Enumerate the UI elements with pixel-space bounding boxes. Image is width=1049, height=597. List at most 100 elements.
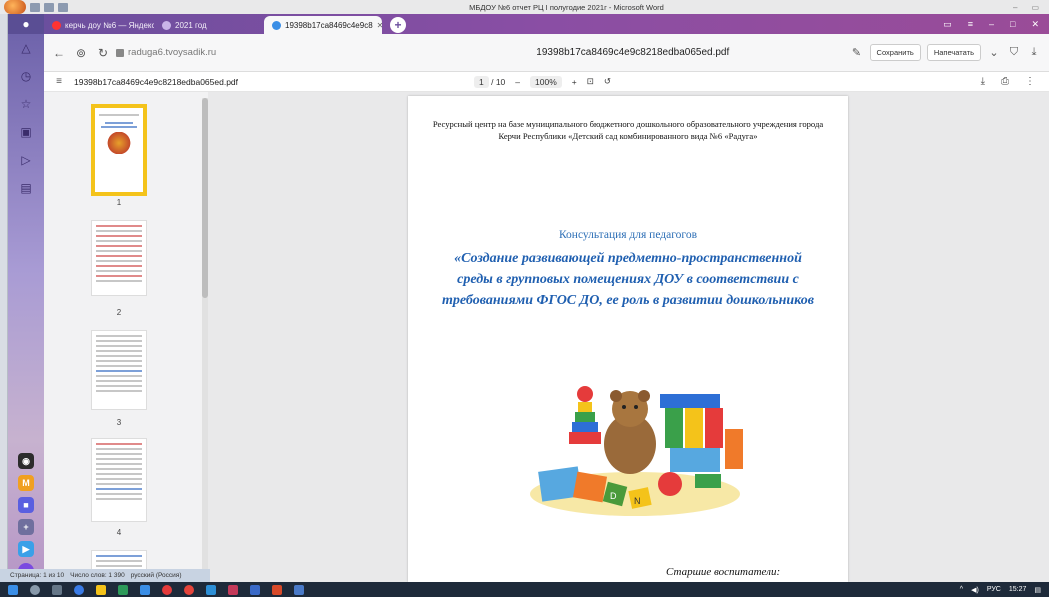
minimize-icon[interactable]: – xyxy=(1013,3,1017,12)
browser-sidebar: ● △ ◷ ☆ ▣ ▷ ▤ ◉ M ■ + ▶ ● xyxy=(8,14,44,582)
pdf-download-icon[interactable]: ⤓ xyxy=(981,76,985,87)
system-tray: ^ ◀) РУС 15:27 ▤ xyxy=(960,586,1049,594)
word-window-title: МБДОУ №6 отчет РЦ I полугодие 2021г - Mi… xyxy=(469,2,664,12)
reload-icon[interactable]: ↻ xyxy=(94,44,112,62)
excel-icon[interactable] xyxy=(118,584,128,595)
collections-icon[interactable]: ▣ xyxy=(8,118,44,146)
bookmark-icon[interactable]: ⛉ xyxy=(1007,46,1021,59)
pdf-toolbar: ≡ 19398b17ca8469c4e9c8218edba065ed.pdf 1… xyxy=(44,72,1049,92)
edge-icon[interactable] xyxy=(206,584,216,595)
undo-icon[interactable] xyxy=(44,2,54,12)
thumbnail-page-3[interactable] xyxy=(91,330,147,410)
page-scrollbar[interactable] xyxy=(1041,92,1049,582)
zoom-in-button[interactable]: + xyxy=(572,77,577,87)
thumbnail-number: 4 xyxy=(116,528,122,537)
thumbnail-scrollbar[interactable] xyxy=(202,98,208,578)
minimize-icon[interactable]: – xyxy=(989,19,994,29)
quick-access-toolbar xyxy=(0,0,120,14)
thumbnail-number: 2 xyxy=(116,308,122,317)
rotate-icon[interactable]: ↺ xyxy=(604,76,611,87)
thumbnail-page-4[interactable] xyxy=(91,438,147,522)
edit-icon[interactable]: ✎ xyxy=(850,46,864,59)
word-icon[interactable] xyxy=(250,584,260,595)
chat-icon[interactable]: ■ xyxy=(18,497,34,513)
notifications-icon[interactable]: △ xyxy=(8,34,44,62)
pdf-page-controls: 1 / 10 – 100% + ⊡ ↺ xyxy=(474,75,611,88)
pdf-favicon-icon xyxy=(272,20,281,30)
thumbnail-page-1[interactable] xyxy=(91,104,147,196)
menu-icon[interactable]: ≡ xyxy=(968,19,973,29)
thumbnail-page-2[interactable] xyxy=(91,220,147,296)
mail-icon[interactable]: M xyxy=(18,475,34,491)
tab-2021[interactable]: 2021 год xyxy=(154,16,264,34)
history-icon[interactable]: ◷ xyxy=(8,62,44,90)
print-button[interactable]: Напечатать xyxy=(926,44,981,61)
video-icon[interactable]: ▶ xyxy=(18,541,34,557)
tab-yandex[interactable]: керчь доу №6 — Яндекс xyxy=(44,16,154,34)
search-icon[interactable] xyxy=(30,584,40,595)
notifications-tray-icon[interactable]: ▤ xyxy=(1034,586,1041,594)
thumbnail-number: 3 xyxy=(116,418,122,427)
back-icon[interactable]: ← xyxy=(50,44,68,62)
messenger-icon[interactable]: ◉ xyxy=(18,453,34,469)
pdf-print-icon[interactable]: ⎙ xyxy=(1001,76,1009,87)
fit-page-icon[interactable]: ⊡ xyxy=(587,76,594,87)
page-indicator[interactable]: 1 / 10 xyxy=(474,75,505,88)
add-app-icon[interactable]: + xyxy=(18,519,34,535)
word-status-bar: Страница: 1 из 10 Число слов: 1 390 русс… xyxy=(0,569,210,582)
profile-icon[interactable]: ● xyxy=(8,14,44,34)
senior-teachers-label: Старшие воспитатели: xyxy=(666,566,781,578)
start-icon[interactable] xyxy=(8,584,18,595)
tabs-icon[interactable]: ▤ xyxy=(8,174,44,202)
thumbnail-toys-image xyxy=(104,132,134,154)
app-icon[interactable] xyxy=(228,584,238,595)
tab-pdf[interactable]: 19398b17ca8469c4e9c8 ✕ xyxy=(264,16,382,34)
opera-icon[interactable] xyxy=(162,584,172,595)
yandex-browser-icon[interactable] xyxy=(184,584,194,595)
language-status[interactable]: русский (Россия) xyxy=(131,572,182,579)
protect-icon[interactable]: ⊚ xyxy=(72,44,90,62)
organization-text: Ресурсный центр на базе муниципального б… xyxy=(432,119,824,141)
media-icon[interactable]: ▷ xyxy=(8,146,44,174)
task-view-icon[interactable] xyxy=(52,584,62,595)
tabs-menu-icon[interactable]: ▭ xyxy=(943,19,952,30)
zoom-level[interactable]: 100% xyxy=(530,75,562,88)
download-icon[interactable]: ⤓ xyxy=(1027,46,1041,59)
close-window-icon[interactable]: ✕ xyxy=(1031,19,1039,30)
screen: МБДОУ №6 отчет РЦ I полугодие 2021г - Mi… xyxy=(0,0,1049,597)
new-tab-button[interactable]: + xyxy=(390,17,406,33)
chevron-down-icon[interactable]: ⌄ xyxy=(987,46,1001,59)
office-button-icon[interactable] xyxy=(4,0,26,14)
volume-icon[interactable]: ◀) xyxy=(971,586,979,594)
word-count-status[interactable]: Число слов: 1 390 xyxy=(70,572,125,579)
tray-chevron-icon[interactable]: ^ xyxy=(960,586,963,593)
windows-taskbar: ^ ◀) РУС 15:27 ▤ xyxy=(0,582,1049,597)
pdf-viewer: 1 2 3 4 Ресурсный центр на базе муниципа… xyxy=(44,92,1049,590)
close-tab-icon[interactable]: ✕ xyxy=(377,21,382,30)
clock[interactable]: 15:27 xyxy=(1009,586,1027,593)
mail-app-icon[interactable] xyxy=(140,584,150,595)
page-count-status[interactable]: Страница: 1 из 10 xyxy=(10,572,64,579)
url-field[interactable]: raduga6.tvoysadik.ru xyxy=(116,47,416,58)
pdf-page: Ресурсный центр на базе муниципального б… xyxy=(408,96,848,582)
language-indicator[interactable]: РУС xyxy=(987,586,1001,593)
bookmarks-icon[interactable]: ☆ xyxy=(8,90,44,118)
maximize-icon[interactable]: □ xyxy=(1010,19,1015,29)
save-button[interactable]: Сохранить xyxy=(869,44,921,61)
address-bar: ← ⊚ ↻ raduga6.tvoysadik.ru 19398b17ca846… xyxy=(44,34,1049,72)
more-icon[interactable]: ⋮ xyxy=(1025,76,1035,87)
pdf-menu-icon[interactable]: ≡ xyxy=(44,76,74,87)
scrollbar-thumb[interactable] xyxy=(202,98,208,298)
app-icon[interactable] xyxy=(294,584,304,595)
app-icon[interactable] xyxy=(74,584,84,595)
tab-strip: керчь доу №6 — Яндекс 2021 год 19398b17c… xyxy=(44,14,1049,34)
word-window-controls: – ▭ xyxy=(1013,3,1049,12)
files-icon[interactable] xyxy=(96,584,106,595)
browser-window-controls: ▭ ≡ – □ ✕ xyxy=(943,14,1049,34)
zoom-out-button[interactable]: – xyxy=(515,77,520,87)
app-icon[interactable] xyxy=(272,584,282,595)
restore-icon[interactable]: ▭ xyxy=(1031,3,1039,12)
redo-icon[interactable] xyxy=(58,2,68,12)
thumbnail-panel: 1 2 3 4 xyxy=(44,92,208,590)
save-icon[interactable] xyxy=(30,2,40,12)
